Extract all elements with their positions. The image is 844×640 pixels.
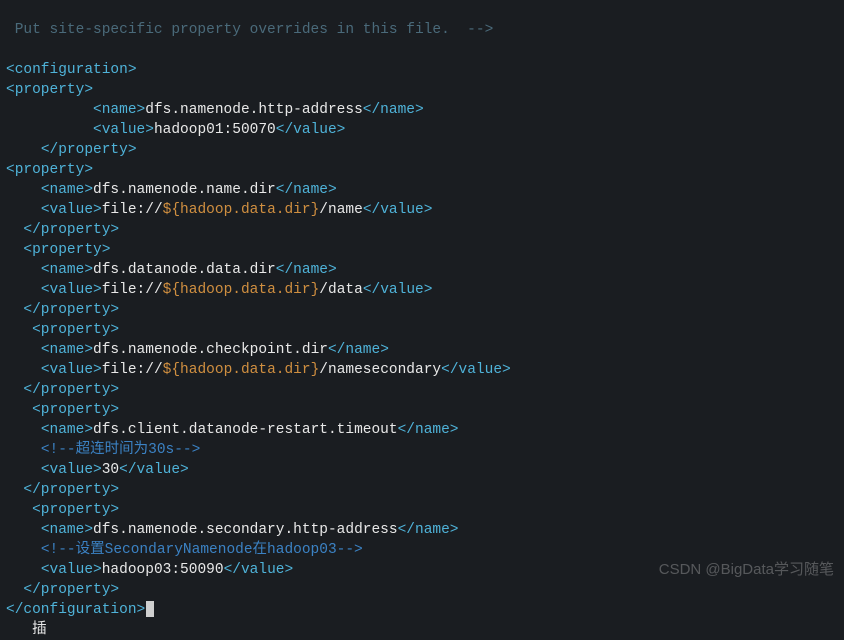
value-close: </value> bbox=[363, 202, 433, 218]
name-open: <name> bbox=[41, 422, 93, 438]
text-cursor bbox=[146, 601, 154, 617]
configuration-open: <configuration> bbox=[6, 62, 137, 78]
property-open-2: <property> bbox=[23, 242, 110, 258]
value-open: <value> bbox=[41, 282, 102, 298]
name-open: <name> bbox=[41, 262, 93, 278]
prop5-value: hadoop03:50090 bbox=[102, 562, 224, 578]
top-comment-line: Put site-specific property overrides in … bbox=[6, 22, 493, 38]
prop0-name: dfs.namenode.http-address bbox=[145, 102, 363, 118]
value-close: </value> bbox=[276, 122, 346, 138]
prop3-name: dfs.namenode.checkpoint.dir bbox=[93, 342, 328, 358]
name-close: </name> bbox=[276, 182, 337, 198]
value-open: <value> bbox=[93, 122, 154, 138]
property-open-1: <property> bbox=[6, 162, 93, 178]
value-open: <value> bbox=[41, 202, 102, 218]
prop3-value-suffix: /namesecondary bbox=[319, 362, 441, 378]
value-open: <value> bbox=[41, 362, 102, 378]
value-open: <value> bbox=[41, 462, 102, 478]
code-editor[interactable]: Put site-specific property overrides in … bbox=[0, 0, 844, 640]
prop5-comment: <!--设置SecondaryNamenode在hadoop03--> bbox=[41, 542, 363, 558]
name-open: <name> bbox=[41, 342, 93, 358]
name-close: </name> bbox=[276, 262, 337, 278]
property-close-3: </property> bbox=[23, 382, 119, 398]
prop3-value-var: ${hadoop.data.dir} bbox=[163, 362, 320, 378]
name-open: <name> bbox=[41, 522, 93, 538]
prop2-name: dfs.datanode.data.dir bbox=[93, 262, 276, 278]
name-close: </name> bbox=[328, 342, 389, 358]
prop1-value-suffix: /name bbox=[319, 202, 363, 218]
name-open: <name> bbox=[93, 102, 145, 118]
property-close-4: </property> bbox=[23, 482, 119, 498]
prop3-value-prefix: file:// bbox=[102, 362, 163, 378]
property-close-0: </property> bbox=[41, 142, 137, 158]
prop0-value: hadoop01:50070 bbox=[154, 122, 276, 138]
property-open-0: <property> bbox=[6, 82, 93, 98]
property-close-1: </property> bbox=[23, 222, 119, 238]
bottom-partial: 插 bbox=[6, 622, 55, 638]
value-close: </value> bbox=[224, 562, 294, 578]
prop5-name: dfs.namenode.secondary.http-address bbox=[93, 522, 398, 538]
name-close: </name> bbox=[363, 102, 424, 118]
value-close: </value> bbox=[441, 362, 511, 378]
prop4-comment: <!--超连时间为30s--> bbox=[41, 442, 201, 458]
property-open-4: <property> bbox=[32, 402, 119, 418]
prop4-value: 30 bbox=[102, 462, 119, 478]
prop2-value-suffix: /data bbox=[319, 282, 363, 298]
prop1-value-prefix: file:// bbox=[102, 202, 163, 218]
configuration-close: </configuration> bbox=[6, 602, 145, 618]
name-open: <name> bbox=[41, 182, 93, 198]
property-open-3: <property> bbox=[32, 322, 119, 338]
prop2-value-prefix: file:// bbox=[102, 282, 163, 298]
value-close: </value> bbox=[119, 462, 189, 478]
prop2-value-var: ${hadoop.data.dir} bbox=[163, 282, 320, 298]
prop1-name: dfs.namenode.name.dir bbox=[93, 182, 276, 198]
name-close: </name> bbox=[398, 422, 459, 438]
value-close: </value> bbox=[363, 282, 433, 298]
prop1-value-var: ${hadoop.data.dir} bbox=[163, 202, 320, 218]
name-close: </name> bbox=[398, 522, 459, 538]
prop4-name: dfs.client.datanode-restart.timeout bbox=[93, 422, 398, 438]
property-open-5: <property> bbox=[32, 502, 119, 518]
property-close-2: </property> bbox=[23, 302, 119, 318]
value-open: <value> bbox=[41, 562, 102, 578]
